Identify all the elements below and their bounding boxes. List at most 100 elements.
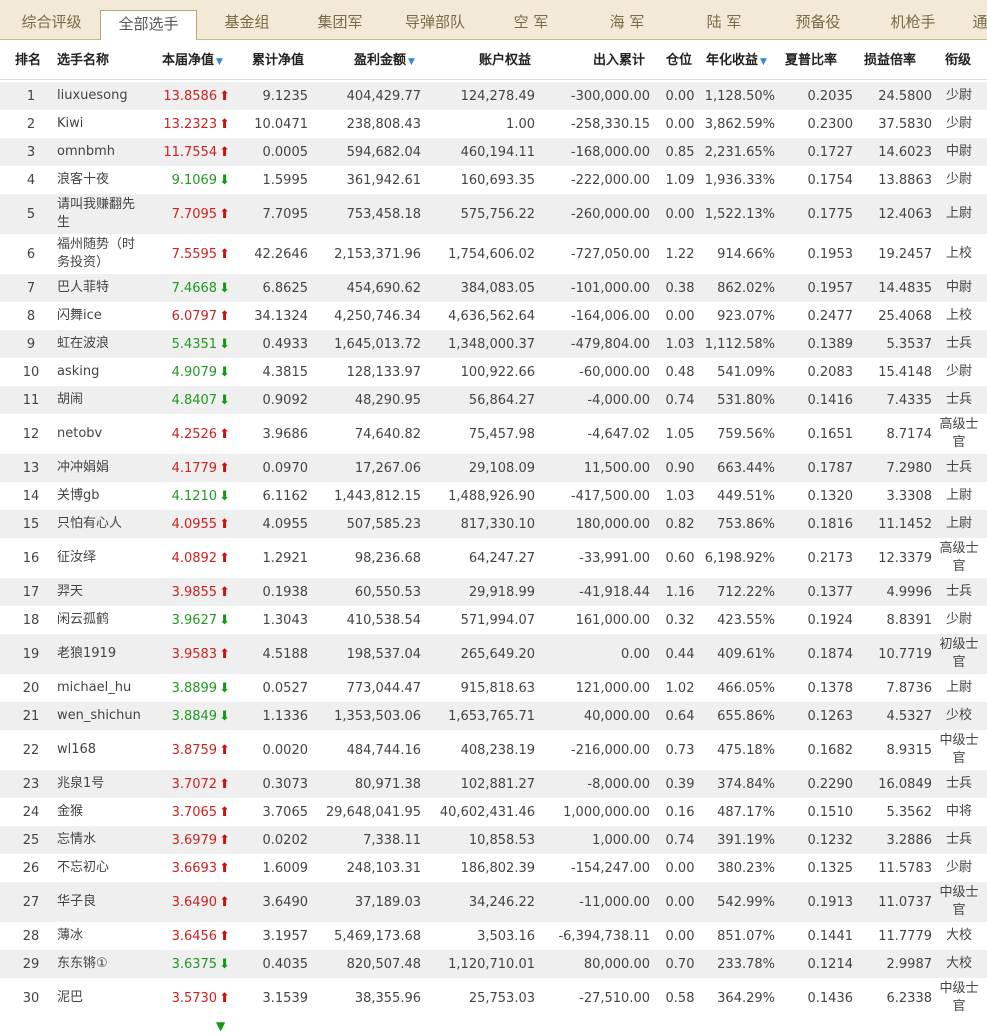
cell-nav: 3.7072 ⬆ [150, 770, 230, 798]
cell-annual: 2,231.65% [704, 144, 775, 160]
cell-name[interactable]: 薄冰 [57, 922, 147, 950]
tab-0[interactable]: 综合评级 [0, 0, 103, 40]
cell-pl-ratio: 25.4068 [878, 308, 932, 324]
table-row[interactable]: 7 巴人菲特 7.4668 ⬇ 6.8625 454,690.62 384,083.05 -1… [0, 274, 987, 302]
table-row[interactable]: 17 羿天 3.9855 ⬆ 0.1938 60,550.53 29,918.99 -41,9… [0, 578, 987, 606]
cell-flow: 40,000.00 [583, 708, 650, 724]
tab-1[interactable]: 全部选手 [100, 10, 197, 41]
cell-title: 少尉 [945, 364, 972, 379]
tab-bar: 综合评级 全部选手 基金组 集团军 导弹部队空 军海 军陆 军预备役 机枪手通 [0, 0, 987, 41]
cell-name[interactable]: 金猴 [57, 798, 147, 826]
table-row[interactable]: 28 薄冰 3.6456 ⬆ 3.1957 5,469,173.68 3,503.16 -6,… [0, 922, 987, 950]
cell-name[interactable]: 东东锵① [57, 950, 147, 978]
cell-name[interactable]: 闲云孤鹤 [57, 606, 147, 634]
table-row[interactable]: 21 wen_shichun 3.8849 ⬇ 1.1336 1,353,503.06 1,… [0, 702, 987, 730]
tab-3[interactable]: 集团军 [291, 0, 389, 40]
cell-name[interactable]: wen_shichun [57, 702, 147, 730]
table-row[interactable]: 12 netobv 4.2526 ⬆ 3.9686 74,640.82 75,457.98-… [0, 414, 987, 454]
table-row[interactable]: 29 东东锵① 3.6375 ⬇ 0.4035 820,507.48 1,120,710.0… [0, 950, 987, 978]
cell-name[interactable]: 征汝绎 [57, 538, 147, 578]
table-row[interactable]: 10 asking 4.9079 ⬇ 4.3815 128,133.97 100,922.6… [0, 358, 987, 386]
table-row[interactable]: 23 兆泉1号 3.7072 ⬆ 0.3073 80,971.38 102,881.27 -8… [0, 770, 987, 798]
col-profit-header[interactable]: 盈利金额 ▼ [354, 40, 415, 80]
cell-nav: 3.9855 ⬆ [150, 578, 230, 606]
cell-name[interactable]: 冲冲娟娟 [57, 454, 147, 482]
cell-name[interactable]: 华子良 [57, 882, 147, 922]
table-row[interactable]: 15 只怕有心人 4.0955 ⬆ 4.0955 507,585.23 817,330.10… [0, 510, 987, 538]
tab-6[interactable]: 海 军 [581, 0, 673, 40]
table-row[interactable]: 5 请叫我赚翻先生 7.7095 ⬆ 7.7095 753,458.18 575,756.2… [0, 194, 987, 234]
table-row[interactable]: 8 闪舞ice 6.0797 ⬆ 34.1324 4,250,746.34 4,636,56… [0, 302, 987, 330]
cell-name[interactable]: asking [57, 358, 147, 386]
cell-name[interactable]: 泥巴 [57, 978, 147, 1018]
cell-pl-ratio: 4.9996 [886, 584, 933, 600]
tab-10[interactable]: 通 [965, 0, 987, 40]
cell-name[interactable]: 胡闹 [57, 386, 147, 414]
table-row[interactable]: 25 忘情水 3.6979 ⬆ 0.0202 7,338.11 10,858.53 1,000… [0, 826, 987, 854]
tab-4[interactable]: 导弹部队 [389, 0, 481, 40]
cell-name[interactable]: Kiwi [57, 110, 147, 138]
cell-name[interactable]: wl168 [57, 730, 147, 770]
table-row[interactable]: 16 征汝绎 4.0892 ⬆ 1.2921 98,236.68 64,247.27 -33,… [0, 538, 987, 578]
cell-name[interactable]: 只怕有心人 [57, 510, 147, 538]
table-row[interactable]: 24 金猴 3.7065 ⬆ 3.7065 29,648,041.95 40,602,431… [0, 798, 987, 826]
table-row[interactable]: 14 关博gb 4.1210 ⬇ 6.1162 1,443,812.15 1,488,926… [0, 482, 987, 510]
cell-position: 0.85 [665, 144, 695, 160]
cell-position: 0.60 [665, 550, 695, 566]
cell-name[interactable]: 请叫我赚翻先生 [57, 194, 147, 234]
sort-down-icon[interactable]: ▼ [216, 57, 223, 67]
cell-name[interactable]: 浪客十夜 [57, 166, 147, 194]
cell-name[interactable]: 忘情水 [57, 826, 147, 854]
cell-sharpe: 0.1232 [807, 832, 854, 848]
cell-name[interactable]: 不忘初心 [57, 854, 147, 882]
table-row[interactable]: 2 Kiwi 13.2323 ⬆ 10.0471 238,808.43 1.00 -258,3… [0, 110, 987, 138]
cell-rank: 5 [26, 206, 36, 222]
table-row[interactable]: 19 老狼1919 3.9583 ⬆ 4.5188 198,537.04 265,649.2… [0, 634, 987, 674]
tab-2[interactable]: 基金组 [203, 0, 291, 40]
tab-8[interactable]: 预备役 [775, 0, 861, 40]
table-row[interactable]: 11 胡闹 4.8407 ⬇ 0.9092 48,290.95 56,864.27 -4,00… [0, 386, 987, 414]
table-row[interactable]: 22 wl168 3.8759 ⬆ 0.0020 484,744.16 408,238.19… [0, 730, 987, 770]
nav-value: 3.9627 [171, 612, 218, 628]
table-row[interactable]: 27 华子良 3.6490 ⬆ 3.6490 37,189.03 34,246.22 -11,… [0, 882, 987, 922]
cell-name[interactable]: michael_hu [57, 674, 147, 702]
cell-name[interactable]: 虹在波浪 [57, 330, 147, 358]
table-row[interactable]: 4 浪客十夜 9.1069 ⬇ 1.5995 361,942.61 160,693.35 -2… [0, 166, 987, 194]
table-row[interactable]: 1 liuxuesong 13.8586 ⬆ 9.1235 404,429.77 124,2… [0, 82, 987, 110]
cell-annual: 1,936.33% [704, 172, 775, 188]
cell-name[interactable]: 老狼1919 [57, 634, 147, 674]
tab-5[interactable]: 空 军 [481, 0, 581, 40]
cell-sharpe: 0.1787 [807, 460, 854, 476]
table-row[interactable]: 3 omnbmh 11.7554 ⬆ 0.0005 594,682.04 460,194.1… [0, 138, 987, 166]
cell-sharpe: 0.1510 [807, 804, 854, 820]
col-annual-header[interactable]: 年化收益 ▼ [706, 40, 767, 80]
cell-name[interactable]: 羿天 [57, 578, 147, 606]
cell-name[interactable]: 兆泉1号 [57, 770, 147, 798]
cell-pl-ratio: 11.7779 [878, 928, 932, 944]
cell-name[interactable]: 福州随势（时务投资） [57, 234, 147, 274]
tab-9[interactable]: 机枪手 [861, 0, 965, 40]
table-row[interactable]: 13 冲冲娟娟 4.1779 ⬆ 0.0970 17,267.06 29,108.09 11,… [0, 454, 987, 482]
arrow-up-icon: ⬆ [219, 206, 230, 222]
sort-down-icon[interactable]: ▼ [760, 57, 767, 67]
cell-name[interactable]: liuxuesong [57, 82, 147, 110]
table-row[interactable]: 30 泥巴 3.5730 ⬆ 3.1539 38,355.96 25,753.03 -27,5… [0, 978, 987, 1018]
cell-pl-ratio: 11.1452 [878, 516, 932, 532]
cell-name[interactable]: netobv [57, 414, 147, 454]
table-row[interactable]: 18 闲云孤鹤 3.9627 ⬇ 1.3043 410,538.54 571,994.07 1… [0, 606, 987, 634]
col-nav-header[interactable]: 本届净值 ▼ [162, 40, 223, 80]
cell-position: 0.74 [665, 832, 695, 848]
cell-nav: 3.6979 ⬆ [150, 826, 230, 854]
cell-name[interactable]: 关博gb [57, 482, 147, 510]
cell-name[interactable]: 闪舞ice [57, 302, 147, 330]
cell-equity: 384,083.05 [460, 280, 535, 296]
cell-name[interactable]: omnbmh [57, 138, 147, 166]
cell-title: 少尉 [945, 172, 972, 187]
table-row[interactable]: 6 福州随势（时务投资） 7.5595 ⬆ 42.2646 2,153,371.96 1,7… [0, 234, 987, 274]
sort-down-icon[interactable]: ▼ [408, 57, 415, 67]
table-row[interactable]: 26 不忘初心 3.6693 ⬆ 1.6009 248,103.31 186,802.39-… [0, 854, 987, 882]
tab-7[interactable]: 陆 军 [673, 0, 775, 40]
table-row[interactable]: 9 虹在波浪 5.4351 ⬇ 0.4933 1,645,013.72 1,348,000.… [0, 330, 987, 358]
table-row[interactable]: 20 michael_hu 3.8899 ⬇ 0.0527 773,044.47 915,8… [0, 674, 987, 702]
cell-name[interactable]: 巴人菲特 [57, 274, 147, 302]
